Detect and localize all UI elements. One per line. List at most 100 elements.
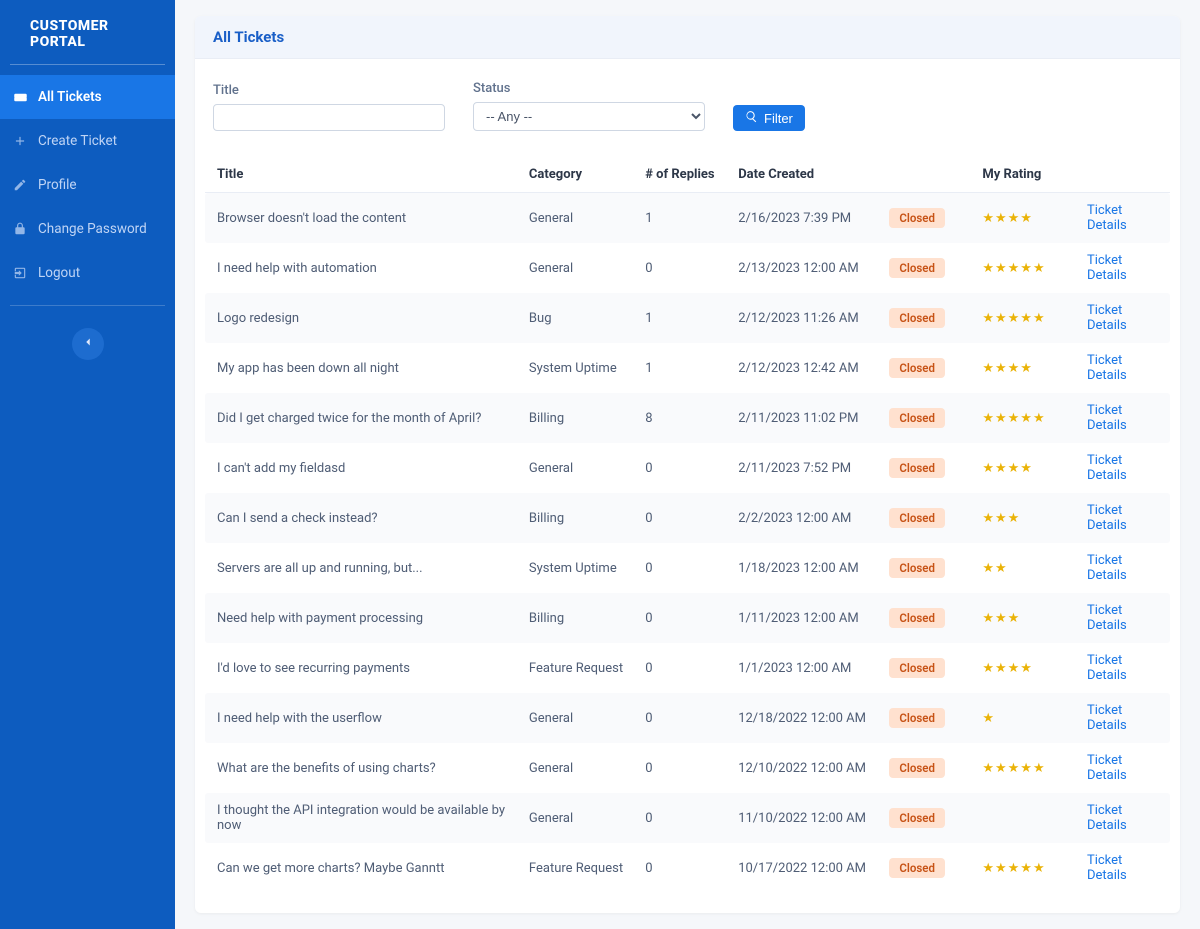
ticket-icon (12, 89, 28, 105)
cell-replies: 1 (635, 293, 728, 343)
cell-replies: 0 (635, 493, 728, 543)
filter-title-label: Title (213, 83, 445, 98)
filter-button-group: Filter (733, 105, 805, 131)
star-icon: ★ (995, 661, 1007, 676)
filter-status-label: Status (473, 81, 705, 96)
filter-button-label: Filter (764, 111, 793, 126)
filter-title-group: Title (213, 83, 445, 131)
table-row: I thought the API integration would be a… (205, 793, 1170, 843)
ticket-details-link[interactable]: Ticket Details (1087, 453, 1127, 483)
star-icon: ★ (1033, 261, 1045, 276)
ticket-details-link[interactable]: Ticket Details (1087, 203, 1127, 233)
cell-category: Feature Request (519, 843, 635, 893)
collapse-sidebar-button[interactable] (72, 328, 104, 360)
status-badge: Closed (889, 208, 945, 228)
cell-details: Ticket Details (1077, 343, 1170, 393)
cell-replies: 8 (635, 393, 728, 443)
ticket-details-link[interactable]: Ticket Details (1087, 403, 1127, 433)
status-badge: Closed (889, 408, 945, 428)
cell-category: Billing (519, 393, 635, 443)
col-replies: # of Replies (635, 157, 728, 193)
star-icon: ★ (1008, 361, 1020, 376)
ticket-details-link[interactable]: Ticket Details (1087, 653, 1127, 683)
status-badge: Closed (889, 858, 945, 878)
cell-details: Ticket Details (1077, 393, 1170, 443)
cell-replies: 1 (635, 343, 728, 393)
star-icon: ★ (982, 611, 994, 626)
sidebar-item-all-tickets[interactable]: All Tickets (0, 75, 175, 119)
star-icon: ★ (1020, 261, 1032, 276)
status-badge: Closed (889, 258, 945, 278)
search-icon (745, 110, 758, 126)
star-icon: ★ (982, 211, 994, 226)
table-row: My app has been down all nightSystem Upt… (205, 343, 1170, 393)
star-icon: ★ (1033, 761, 1045, 776)
cell-title: Did I get charged twice for the month of… (205, 393, 519, 443)
ticket-details-link[interactable]: Ticket Details (1087, 303, 1127, 333)
cell-date: 1/18/2023 12:00 AM (728, 543, 879, 593)
cell-category: Billing (519, 493, 635, 543)
col-rating: My Rating (972, 157, 1077, 193)
star-icon: ★ (1008, 861, 1020, 876)
cell-category: Billing (519, 593, 635, 643)
tickets-table: Title Category # of Replies Date Created… (205, 157, 1170, 893)
sidebar-item-logout[interactable]: Logout (0, 251, 175, 295)
cell-date: 2/12/2023 11:26 AM (728, 293, 879, 343)
filter-row: Title Status -- Any -- Filter (195, 59, 1180, 157)
cell-status: Closed (879, 543, 972, 593)
star-icon: ★ (1008, 511, 1020, 526)
ticket-details-link[interactable]: Ticket Details (1087, 353, 1127, 383)
cell-replies: 0 (635, 443, 728, 493)
ticket-details-link[interactable]: Ticket Details (1087, 853, 1127, 883)
status-badge: Closed (889, 808, 945, 828)
rating-stars: ★★★★★ (982, 311, 1044, 326)
cell-replies: 0 (635, 843, 728, 893)
rating-stars: ★★★★ (982, 211, 1032, 226)
star-icon: ★ (982, 561, 994, 576)
sidebar-item-change-password[interactable]: Change Password (0, 207, 175, 251)
star-icon: ★ (1020, 661, 1032, 676)
ticket-details-link[interactable]: Ticket Details (1087, 553, 1127, 583)
sidebar: CUSTOMER PORTAL All Tickets Create Ticke… (0, 0, 175, 929)
sidebar-item-label: Create Ticket (38, 133, 117, 149)
sidebar-item-profile[interactable]: Profile (0, 163, 175, 207)
rating-stars: ★★★★★ (982, 861, 1044, 876)
sidebar-item-create-ticket[interactable]: Create Ticket (0, 119, 175, 163)
star-icon: ★ (995, 511, 1007, 526)
cell-rating (972, 793, 1077, 843)
cell-replies: 0 (635, 793, 728, 843)
sidebar-item-label: Change Password (38, 221, 147, 237)
star-icon: ★ (1008, 611, 1020, 626)
rating-stars: ★★★ (982, 511, 1019, 526)
page-title: All Tickets (195, 16, 1180, 59)
cell-title: I need help with the userflow (205, 693, 519, 743)
filter-status-select[interactable]: -- Any -- (473, 102, 705, 131)
filter-button[interactable]: Filter (733, 105, 805, 131)
cell-category: Bug (519, 293, 635, 343)
ticket-details-link[interactable]: Ticket Details (1087, 603, 1127, 633)
cell-status: Closed (879, 693, 972, 743)
cell-details: Ticket Details (1077, 593, 1170, 643)
table-row: Browser doesn't load the contentGeneral1… (205, 193, 1170, 244)
ticket-details-link[interactable]: Ticket Details (1087, 803, 1127, 833)
ticket-details-link[interactable]: Ticket Details (1087, 703, 1127, 733)
col-title: Title (205, 157, 519, 193)
cell-replies: 0 (635, 693, 728, 743)
lock-icon (12, 221, 28, 237)
cell-rating: ★ (972, 693, 1077, 743)
filter-title-input[interactable] (213, 104, 445, 131)
ticket-details-link[interactable]: Ticket Details (1087, 253, 1127, 283)
status-badge: Closed (889, 608, 945, 628)
cell-date: 2/13/2023 12:00 AM (728, 243, 879, 293)
cell-status: Closed (879, 293, 972, 343)
main-content: All Tickets Title Status -- Any -- Filte… (175, 0, 1200, 929)
cell-category: General (519, 443, 635, 493)
cell-rating: ★★★ (972, 493, 1077, 543)
sidebar-item-label: Logout (38, 265, 80, 281)
ticket-details-link[interactable]: Ticket Details (1087, 753, 1127, 783)
star-icon: ★ (995, 561, 1007, 576)
cell-title: Logo redesign (205, 293, 519, 343)
table-row: Logo redesignBug12/12/2023 11:26 AMClose… (205, 293, 1170, 343)
star-icon: ★ (995, 211, 1007, 226)
ticket-details-link[interactable]: Ticket Details (1087, 503, 1127, 533)
